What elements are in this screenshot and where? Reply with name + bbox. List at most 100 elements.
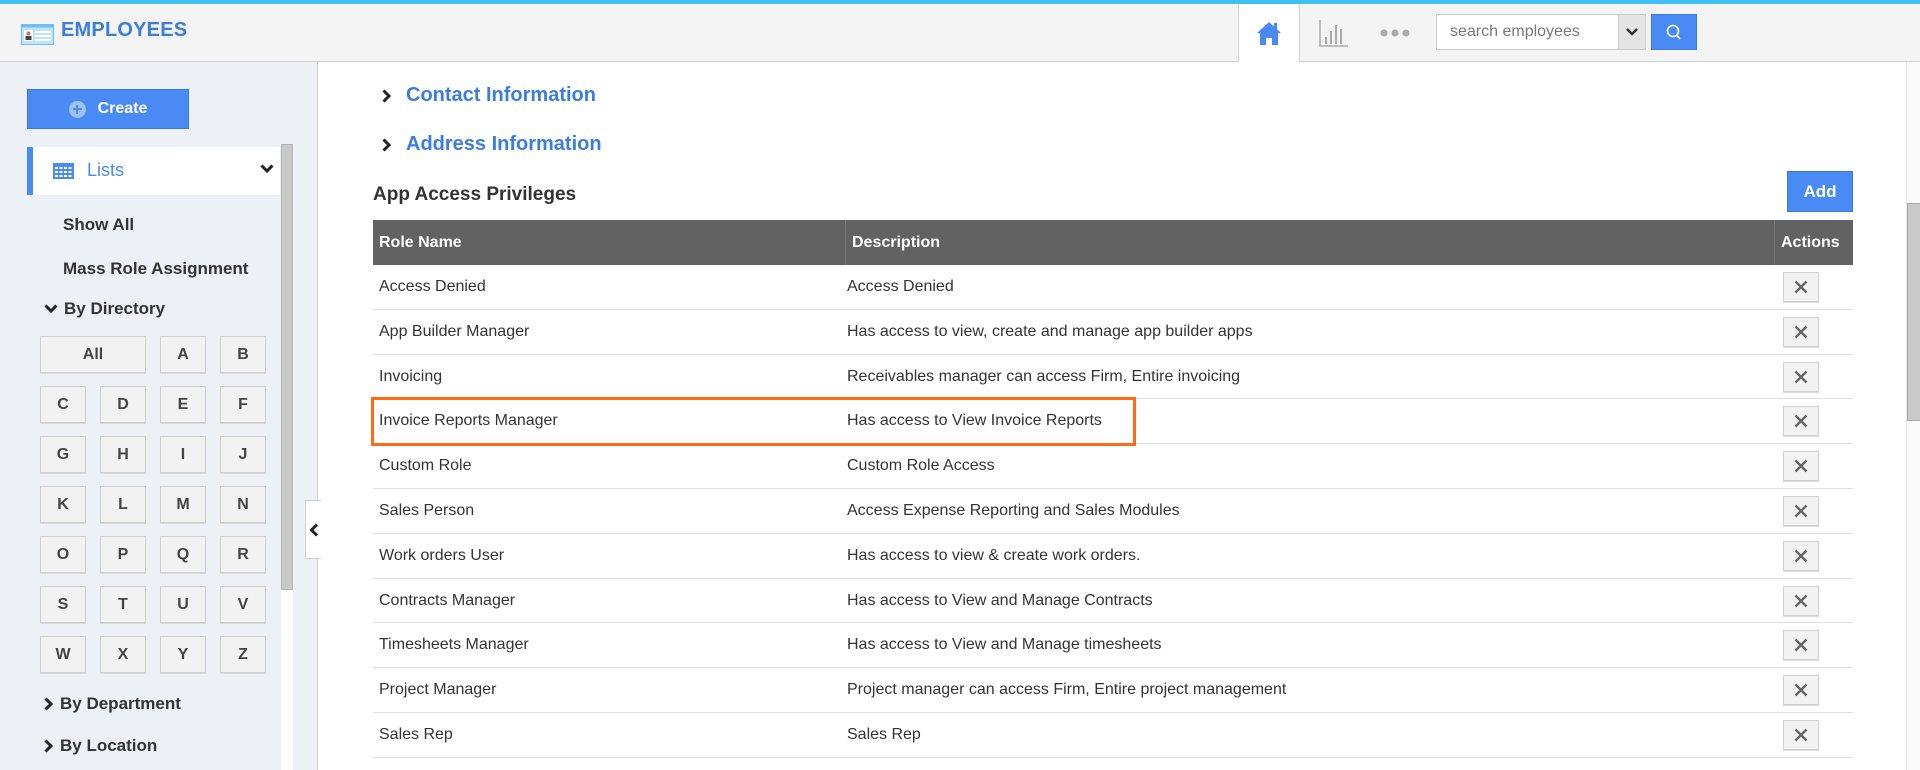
- directory-letter-o[interactable]: O: [40, 536, 86, 573]
- directory-letter-p[interactable]: P: [100, 536, 146, 573]
- collapse-sidebar-button[interactable]: [305, 500, 321, 559]
- by-directory-toggle[interactable]: By Directory: [44, 299, 165, 319]
- column-header-description[interactable]: Description: [845, 220, 940, 265]
- chevron-down-icon: [260, 164, 274, 174]
- role-name-cell[interactable]: Invoice Reports Manager: [379, 399, 558, 443]
- delete-role-button[interactable]: [1783, 585, 1819, 616]
- directory-letter-d[interactable]: D: [100, 386, 146, 423]
- directory-letter-b[interactable]: B: [220, 336, 266, 373]
- nav-reports-tab[interactable]: [1312, 4, 1356, 62]
- by-directory-label: By Directory: [64, 299, 166, 318]
- nav-home-tab[interactable]: [1238, 4, 1300, 62]
- section-address-information[interactable]: Address Information: [382, 133, 602, 156]
- table-row: Sales Rep Sales Rep: [373, 713, 1853, 758]
- delete-role-button[interactable]: [1783, 451, 1819, 482]
- by-location-toggle[interactable]: By Location: [44, 736, 157, 756]
- section-contact-information-label: Contact Information: [406, 84, 596, 106]
- role-name-cell[interactable]: Custom Role: [379, 444, 471, 488]
- directory-letter-g[interactable]: G: [40, 436, 86, 473]
- close-icon: [1794, 639, 1808, 652]
- section-contact-information[interactable]: Contact Information: [382, 84, 596, 107]
- table-row: Work orders User Has access to view & cre…: [373, 534, 1853, 579]
- directory-letter-r[interactable]: R: [220, 536, 266, 573]
- more-dots-icon: [1380, 29, 1410, 37]
- role-name-cell[interactable]: Sales Rep: [379, 713, 453, 757]
- create-button[interactable]: Create: [27, 89, 189, 129]
- delete-role-button[interactable]: [1783, 540, 1819, 571]
- table-row: App Builder Manager Has access to view, c…: [373, 310, 1853, 355]
- role-name-cell[interactable]: Access Denied: [379, 265, 486, 309]
- role-name-cell[interactable]: Contracts Manager: [379, 579, 515, 623]
- chevron-down-icon: [1626, 28, 1638, 36]
- delete-role-button[interactable]: [1783, 675, 1819, 706]
- directory-letter-t[interactable]: T: [100, 586, 146, 623]
- table-body: Access Denied Access Denied App Builder Ma…: [373, 265, 1853, 758]
- delete-role-button[interactable]: [1783, 719, 1819, 750]
- search-input[interactable]: [1437, 15, 1617, 49]
- delete-role-button[interactable]: [1783, 316, 1819, 347]
- main-scrollbar[interactable]: [1906, 62, 1920, 770]
- delete-role-button[interactable]: [1783, 630, 1819, 661]
- create-button-label: Create: [97, 100, 148, 117]
- directory-letter-j[interactable]: J: [220, 436, 266, 473]
- role-name-cell[interactable]: Sales Person: [379, 489, 474, 533]
- sidebar: Create Lists Show All Mass Role Assignme…: [0, 62, 318, 770]
- search-filter-dropdown[interactable]: [1618, 15, 1645, 49]
- directory-letter-q[interactable]: Q: [160, 536, 206, 573]
- delete-role-button[interactable]: [1783, 406, 1819, 437]
- role-name-cell[interactable]: Project Manager: [379, 668, 496, 712]
- column-header-role-name[interactable]: Role Name: [379, 220, 462, 265]
- description-cell: Has access to View and Manage Contracts: [847, 591, 1153, 609]
- directory-letter-f[interactable]: F: [220, 386, 266, 423]
- table-row: Invoice Reports Manager Has access to Vie…: [373, 399, 1853, 445]
- chevron-left-icon: [308, 522, 318, 537]
- directory-letter-h[interactable]: H: [100, 436, 146, 473]
- search-button[interactable]: [1651, 14, 1697, 50]
- sidebar-scrollbar-thumb[interactable]: [281, 144, 293, 590]
- description-cell: Sales Rep: [847, 725, 921, 743]
- directory-letter-x[interactable]: X: [100, 636, 146, 673]
- close-icon: [1794, 280, 1808, 294]
- by-department-toggle[interactable]: By Department: [44, 694, 181, 714]
- sidebar-item-lists[interactable]: Lists: [27, 147, 280, 195]
- directory-letter-n[interactable]: N: [220, 486, 266, 523]
- directory-letter-u[interactable]: U: [160, 586, 206, 623]
- close-icon: [1794, 549, 1808, 563]
- close-icon: [1794, 594, 1808, 607]
- nav-more-tab[interactable]: [1370, 4, 1420, 62]
- role-name-cell[interactable]: Invoicing: [379, 355, 442, 399]
- main-scrollbar-thumb[interactable]: [1907, 203, 1920, 421]
- role-name-cell[interactable]: Timesheets Manager: [379, 623, 529, 667]
- description-cell: Custom Role Access: [847, 457, 995, 475]
- role-name-cell[interactable]: App Builder Manager: [379, 310, 529, 354]
- directory-letter-e[interactable]: E: [160, 386, 206, 423]
- directory-letter-v[interactable]: V: [220, 586, 266, 623]
- directory-letter-i[interactable]: I: [160, 436, 206, 473]
- delete-role-button[interactable]: [1783, 495, 1819, 526]
- close-icon: [1794, 370, 1808, 383]
- sidebar-scrollbar[interactable]: [281, 144, 293, 770]
- directory-letter-s[interactable]: S: [40, 586, 86, 623]
- directory-letter-m[interactable]: M: [160, 486, 206, 523]
- directory-letter-w[interactable]: W: [40, 636, 86, 673]
- directory-letter-l[interactable]: L: [100, 486, 146, 523]
- delete-role-button[interactable]: [1783, 272, 1819, 302]
- search-box: [1436, 14, 1646, 50]
- directory-letter-a[interactable]: A: [160, 336, 206, 373]
- add-privilege-button[interactable]: Add: [1787, 171, 1853, 212]
- directory-letter-y[interactable]: Y: [160, 636, 206, 673]
- sidebar-link-show-all[interactable]: Show All: [63, 215, 134, 235]
- directory-letter-c[interactable]: C: [40, 386, 86, 423]
- table-grid-icon: [53, 163, 74, 179]
- home-icon: [1257, 22, 1281, 45]
- delete-role-button[interactable]: [1783, 361, 1819, 392]
- sidebar-link-mass-role-assignment[interactable]: Mass Role Assignment: [63, 259, 248, 279]
- description-cell: Access Expense Reporting and Sales Modul…: [847, 501, 1180, 519]
- role-name-cell[interactable]: Work orders User: [379, 534, 504, 578]
- directory-letter-k[interactable]: K: [40, 486, 86, 523]
- directory-letter-z[interactable]: Z: [220, 636, 266, 673]
- directory-letter-all[interactable]: All: [40, 336, 146, 373]
- chevron-right-icon: [44, 697, 54, 711]
- sidebar-item-lists-label: Lists: [87, 160, 125, 180]
- table-row: Custom Role Custom Role Access: [373, 444, 1853, 489]
